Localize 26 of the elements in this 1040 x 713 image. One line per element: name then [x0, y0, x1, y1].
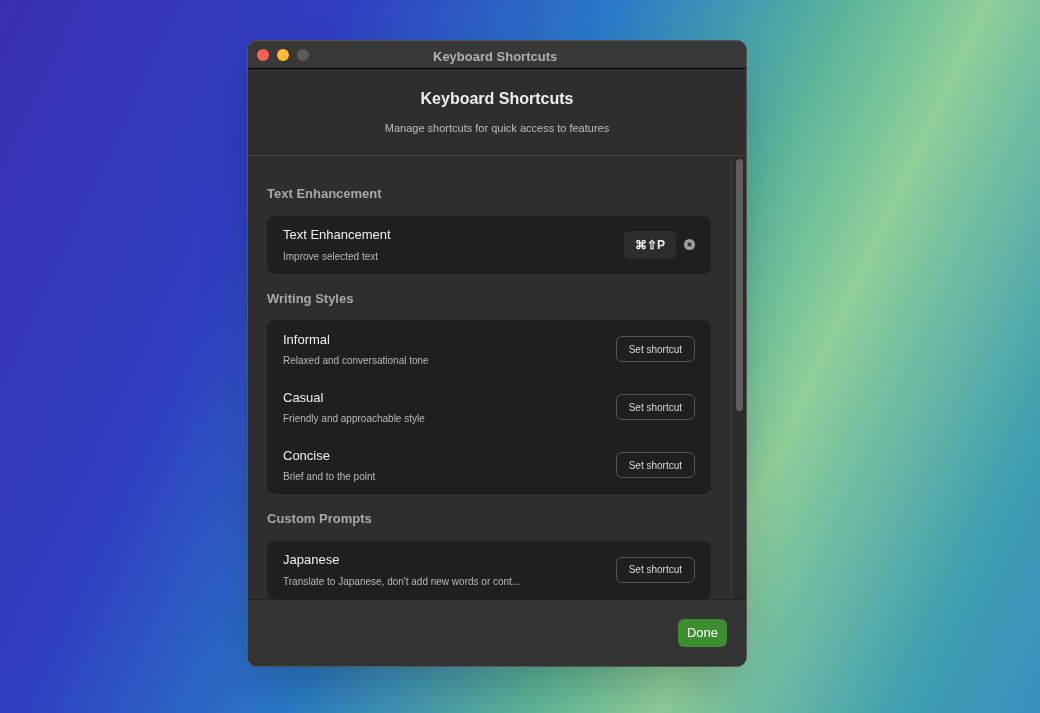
shortcut-description: Improve selected text: [283, 249, 380, 264]
section-heading: Writing Styles: [267, 289, 355, 308]
set-shortcut-button[interactable]: Set shortcut: [615, 394, 696, 420]
set-shortcut-button[interactable]: Set shortcut: [615, 452, 696, 478]
shortcut-name: Casual: [283, 388, 325, 407]
window-title: Keyboard Shortcuts: [433, 48, 558, 66]
shortcut-name: Concise: [283, 446, 331, 465]
shortcut-description: Brief and to the point: [283, 470, 376, 485]
clear-icon[interactable]: [684, 239, 696, 250]
shortcut-description: Relaxed and conversational tone: [283, 354, 429, 369]
scrollbar-thumb[interactable]: [735, 159, 743, 411]
set-shortcut-button[interactable]: Set shortcut: [615, 336, 696, 362]
done-button[interactable]: Done: [677, 619, 727, 647]
dialog-heading: Keyboard Shortcuts: [420, 89, 574, 110]
shortcut-keys[interactable]: ⌘⇧P: [624, 230, 677, 259]
minimize-button[interactable]: [277, 48, 289, 61]
section-heading: Custom Prompts: [267, 510, 373, 528]
set-shortcut-button[interactable]: Set shortcut: [615, 556, 696, 583]
dialog-subtitle: Manage shortcuts for quick access to features: [384, 121, 610, 137]
shortcut-description: Friendly and approachable style: [283, 412, 425, 427]
shortcut-name: Informal: [283, 330, 331, 349]
section-heading: Text Enhancement: [267, 185, 383, 203]
close-button[interactable]: [257, 48, 269, 61]
shortcut-description: Translate to Japanese, don't add new words or cont...: [283, 574, 521, 589]
shortcut-name: Text Enhancement: [283, 226, 391, 245]
shortcut-name: Japanese: [283, 551, 341, 570]
